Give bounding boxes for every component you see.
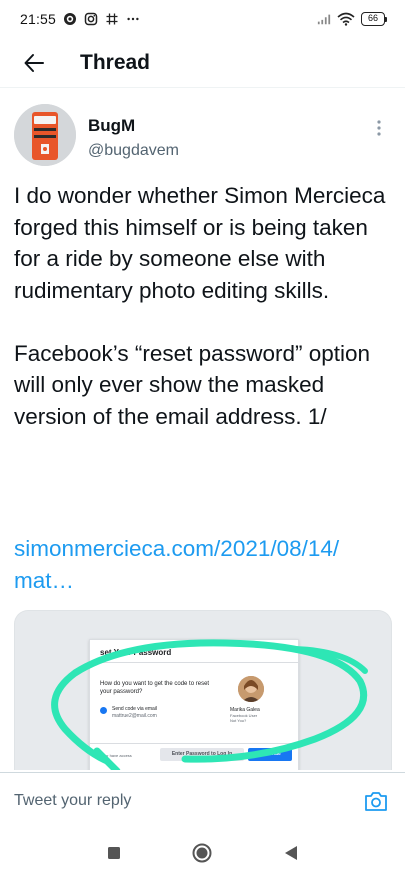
system-nav-bar <box>0 828 405 878</box>
card-no-access: o longer have access <box>94 753 132 758</box>
instagram-icon <box>84 12 98 26</box>
back-nav-button[interactable] <box>271 833 311 873</box>
tweet-author-row: BugM @bugdavem <box>14 104 391 174</box>
author-name[interactable]: BugM <box>88 116 135 136</box>
reply-input[interactable]: Tweet your reply <box>14 781 334 821</box>
camera-icon <box>365 791 387 811</box>
camera-button[interactable] <box>363 788 389 814</box>
whatsapp-icon <box>63 12 77 26</box>
battery-icon: 66 <box>361 12 387 26</box>
thread-header: Thread <box>0 38 405 88</box>
avatar[interactable] <box>14 104 76 166</box>
card-question: How do you want to get the code to reset… <box>100 681 210 695</box>
home-button[interactable] <box>182 833 222 873</box>
circle-icon <box>192 843 212 863</box>
recents-button[interactable] <box>94 833 134 873</box>
card-screenshot: set Your Password How do you want to get… <box>89 639 299 770</box>
square-icon <box>108 847 121 859</box>
author-handle[interactable]: @bugdavem <box>88 142 179 160</box>
card-secondary-button: Enter Password to Log In <box>160 748 244 761</box>
radio-selected-icon <box>100 707 107 714</box>
hashtag-icon <box>105 12 119 26</box>
card-footer-divider <box>90 743 298 744</box>
reply-bar: Tweet your reply <box>0 772 405 828</box>
status-left: 21:55 <box>20 11 140 27</box>
back-button[interactable] <box>10 39 58 87</box>
status-right: 66 <box>317 12 387 26</box>
page-title: Thread <box>80 50 151 74</box>
card-primary-button: Continue <box>248 748 292 761</box>
card-title: set Your Password <box>100 648 172 657</box>
tweet-link[interactable]: simonmercieca.com/2021/08/14/ mat… <box>14 533 391 596</box>
triangle-back-icon <box>284 846 297 860</box>
card-divider <box>90 662 298 663</box>
arrow-left-icon <box>24 53 44 72</box>
profile-photo <box>238 676 264 702</box>
tweet-text: I do wonder whether Simon Mercieca forge… <box>14 183 386 429</box>
link-card[interactable]: set Your Password How do you want to get… <box>14 610 392 770</box>
wifi-icon <box>337 12 355 26</box>
status-time: 21:55 <box>20 11 57 27</box>
more-dots-icon <box>126 12 140 26</box>
signal-icon <box>317 12 331 26</box>
battery-level: 66 <box>361 12 385 26</box>
more-options-button[interactable] <box>367 116 391 140</box>
card-option-value: mattrue2@mail.com <box>112 713 157 719</box>
vertical-dots-icon <box>377 120 381 136</box>
card-profile-sub: Facebook User Not You? <box>230 713 258 723</box>
card-option-label: Send code via email <box>112 706 158 712</box>
battery-tip <box>385 16 387 22</box>
status-bar: 21:55 66 <box>0 0 405 38</box>
